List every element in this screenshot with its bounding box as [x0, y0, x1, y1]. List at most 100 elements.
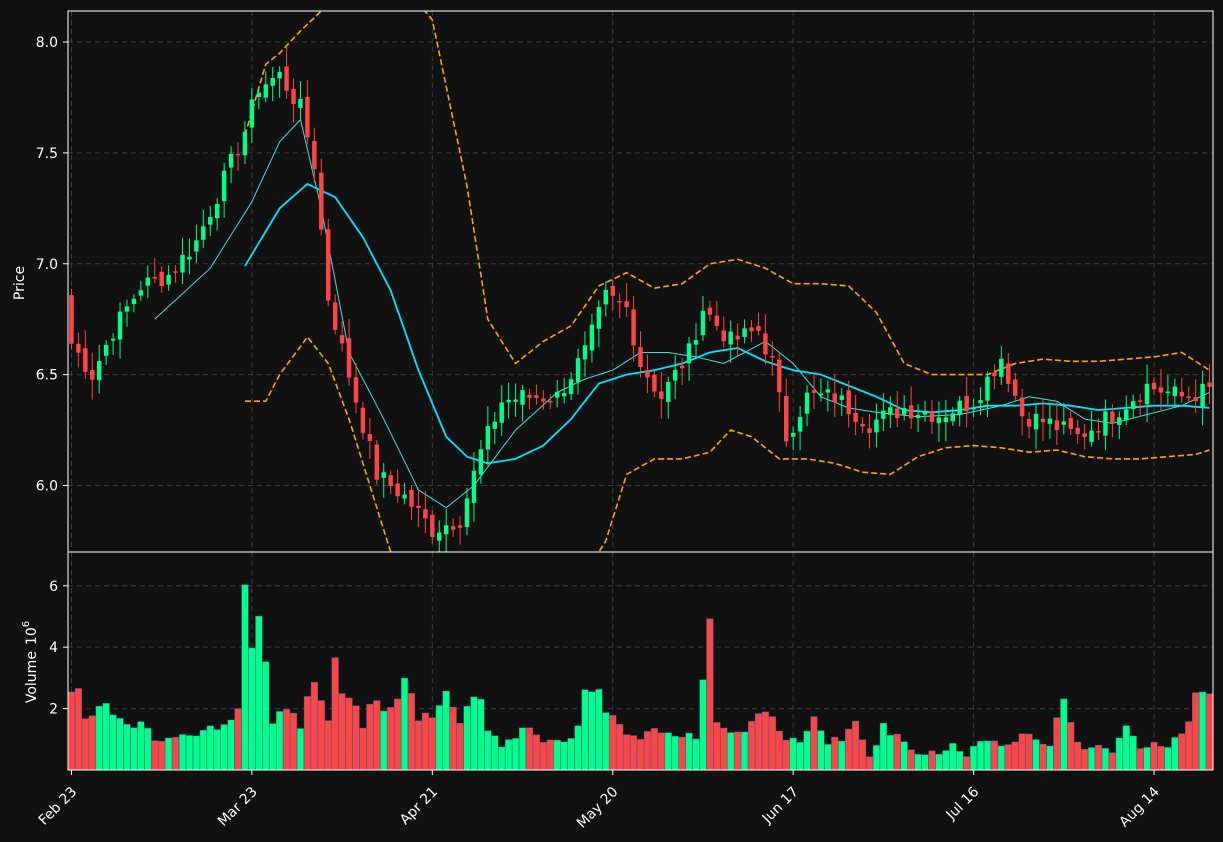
- candle-body: [395, 483, 400, 497]
- candle-body: [867, 428, 872, 433]
- volume-bar: [95, 705, 103, 771]
- candle-body: [471, 470, 477, 503]
- candle-body: [499, 402, 504, 423]
- volume-bar: [1088, 747, 1096, 771]
- volume-bar: [560, 741, 568, 771]
- candle-body: [312, 141, 317, 170]
- volume-y-ticks: 2 4 6: [49, 579, 68, 718]
- candle-body: [83, 348, 88, 372]
- volume-bar: [144, 728, 152, 771]
- volume-bar: [414, 720, 422, 771]
- volume-bar: [102, 703, 110, 771]
- volume-bar: [359, 727, 367, 771]
- candle-body: [943, 417, 949, 422]
- volume-bar: [1178, 733, 1186, 771]
- candle-body: [770, 356, 775, 358]
- price-panel-frame: [67, 10, 1214, 553]
- volume-y-tick-label: 2: [49, 702, 58, 718]
- candle-body: [374, 444, 380, 480]
- volume-bar: [151, 740, 159, 771]
- volume-bar: [928, 750, 936, 771]
- volume-bar: [1192, 692, 1200, 771]
- price-y-tick-label: 8.0: [36, 35, 58, 51]
- volume-bar: [824, 744, 832, 771]
- candle-body: [1033, 413, 1039, 430]
- volume-bar: [671, 736, 679, 771]
- volume-bar: [199, 730, 207, 771]
- candle-body: [1165, 391, 1171, 394]
- volume-bar: [859, 739, 867, 771]
- candle-body: [527, 394, 532, 398]
- volume-bar: [74, 688, 82, 771]
- volume-bar: [692, 738, 700, 771]
- volume-bar: [553, 740, 561, 771]
- volume-bar: [1081, 749, 1089, 771]
- candle-body: [1117, 417, 1122, 425]
- volume-y-tick-label: 6: [49, 579, 58, 595]
- volume-bar: [810, 716, 818, 771]
- candle-body: [929, 410, 935, 422]
- candle-body: [1089, 430, 1094, 442]
- candle-body: [742, 328, 747, 337]
- candle-body: [326, 229, 331, 301]
- candle-body: [1200, 383, 1205, 407]
- volume-bar: [609, 715, 617, 771]
- candle-body: [901, 408, 907, 415]
- volume-bar: [956, 751, 964, 771]
- volume-bar: [879, 722, 887, 771]
- volume-bar: [463, 706, 471, 771]
- candle-body: [950, 413, 955, 422]
- candle-body: [319, 172, 324, 230]
- volume-bar: [1094, 745, 1103, 771]
- volume-bar: [588, 691, 596, 771]
- candle-body: [1026, 419, 1032, 427]
- candle-body: [173, 271, 178, 273]
- volume-bar: [720, 727, 728, 771]
- volume-bars: [67, 584, 1214, 771]
- volume-bar: [678, 736, 686, 771]
- candle-body: [506, 399, 511, 403]
- candle-body: [756, 326, 761, 331]
- volume-bar: [803, 730, 811, 771]
- candle-body: [450, 526, 456, 530]
- volume-bar: [907, 749, 915, 771]
- volume-bar: [1122, 725, 1130, 771]
- volume-bar: [303, 696, 311, 771]
- volume-bar: [165, 737, 173, 771]
- candle-body: [915, 414, 921, 418]
- x-tick-label: Apr 21: [397, 784, 441, 828]
- candle-body: [124, 306, 130, 312]
- volume-bar: [262, 661, 270, 771]
- volume-bar: [1205, 693, 1214, 771]
- moving-averages: [154, 118, 1210, 509]
- volume-bar: [456, 723, 464, 771]
- candle-body: [159, 271, 164, 287]
- volume-bar: [1143, 747, 1151, 771]
- volume-bar: [838, 740, 846, 771]
- candle-body: [187, 256, 192, 260]
- candle-body: [638, 347, 643, 368]
- volume-bar: [532, 734, 540, 771]
- candle-body: [69, 294, 74, 344]
- volume-bar: [1129, 735, 1137, 771]
- candle-body: [339, 335, 345, 344]
- volume-bar: [88, 715, 96, 771]
- price-y-tick-label: 7.5: [36, 146, 58, 162]
- candle-body: [520, 390, 525, 405]
- candle-body: [888, 407, 893, 415]
- volume-bar: [234, 708, 242, 771]
- x-tick-label: May 20: [574, 784, 622, 832]
- candle-body: [367, 434, 373, 441]
- candle-body: [76, 343, 81, 353]
- volume-bar: [331, 657, 339, 771]
- candle-body: [1207, 382, 1212, 387]
- candle-body: [700, 310, 706, 336]
- candle-body: [666, 381, 671, 402]
- candle-body: [443, 525, 449, 535]
- candle-body: [228, 153, 234, 168]
- volume-bar: [650, 728, 658, 771]
- candle-body: [1103, 411, 1108, 436]
- candle-body: [1075, 427, 1080, 434]
- candle-body: [908, 405, 914, 419]
- x-tick-label: Jun 17: [759, 784, 802, 827]
